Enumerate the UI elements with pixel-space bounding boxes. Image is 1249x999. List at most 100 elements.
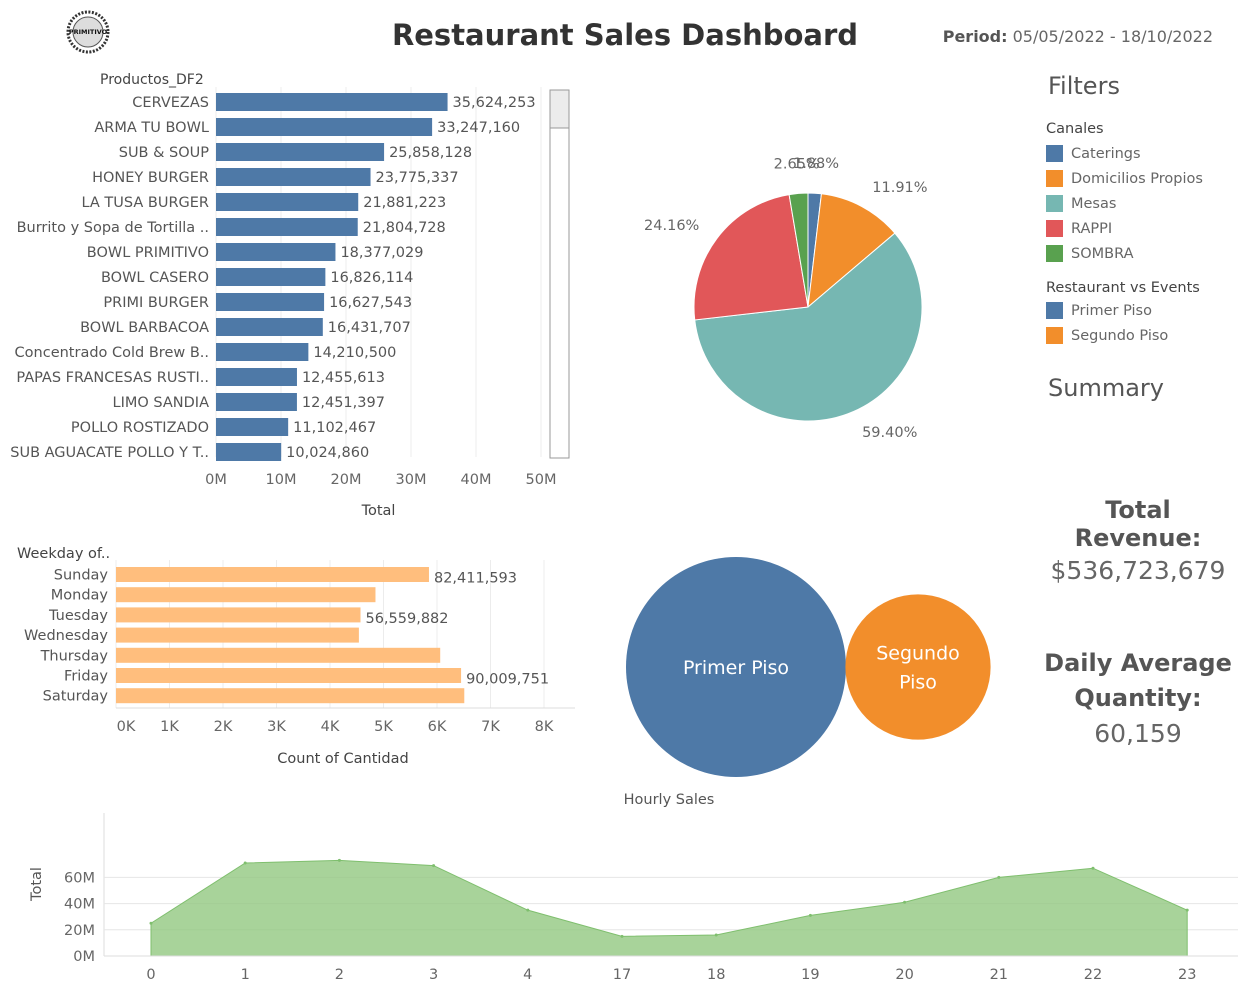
scrollbar-thumb bbox=[549, 89, 570, 129]
pie-label: 2.65% bbox=[774, 156, 820, 172]
period-label: Period: bbox=[942, 27, 1008, 46]
bar bbox=[216, 293, 325, 311]
category-label: Wednesday bbox=[24, 628, 108, 644]
legend-label: SOMBRA bbox=[1071, 245, 1134, 262]
data-point bbox=[620, 934, 624, 938]
x-tick-label: 2K bbox=[214, 719, 233, 735]
value-label: 16,826,114 bbox=[330, 270, 413, 286]
category-label: Concentrado Cold Brew B.. bbox=[15, 345, 209, 361]
x-tick-label: 0M bbox=[205, 472, 227, 488]
total-revenue-label: Total Revenue: bbox=[1074, 496, 1202, 552]
data-point bbox=[337, 858, 341, 862]
weekday-bar-chart: Weekday of.. Sunday 82,411,593 Monday Tuesda… bbox=[17, 546, 575, 767]
x-tick-label: 20M bbox=[331, 472, 362, 488]
data-point bbox=[1185, 908, 1189, 912]
x-tick-label: 20 bbox=[895, 967, 913, 983]
logo-text: PRIMITIVO bbox=[69, 28, 108, 36]
canales-legend-item[interactable]: RAPPI bbox=[1046, 216, 1203, 241]
y-tick-label: 40M bbox=[64, 897, 95, 913]
legend-swatch bbox=[1046, 195, 1063, 212]
bar bbox=[216, 418, 289, 436]
data-point bbox=[714, 933, 718, 937]
pie-label: 24.16% bbox=[644, 218, 699, 234]
legend-swatch bbox=[1046, 145, 1063, 162]
category-label: LA TUSA BURGER bbox=[81, 195, 209, 211]
x-tick-label: 23 bbox=[1178, 967, 1196, 983]
period-value: 05/05/2022 - 18/10/2022 bbox=[1012, 27, 1213, 46]
x-tick-label: 3K bbox=[267, 719, 286, 735]
category-label: CERVEZAS bbox=[132, 95, 209, 111]
bubble-label: Piso bbox=[899, 672, 937, 694]
category-label: Monday bbox=[51, 588, 109, 604]
data-point bbox=[903, 900, 907, 904]
legend-label: Primer Piso bbox=[1071, 302, 1152, 319]
bar bbox=[216, 93, 448, 111]
scrollbar[interactable] bbox=[549, 89, 570, 459]
legend-swatch bbox=[1046, 170, 1063, 187]
canales-legend-item[interactable]: Mesas bbox=[1046, 191, 1203, 216]
page-title: Restaurant Sales Dashboard bbox=[391, 18, 859, 52]
canales-legend-item[interactable]: Domicilios Propios bbox=[1046, 166, 1203, 191]
bar bbox=[116, 587, 376, 603]
x-tick-label: 50M bbox=[526, 472, 557, 488]
legend-swatch bbox=[1046, 245, 1063, 262]
x-tick-label: 30M bbox=[396, 472, 427, 488]
x-tick-label: 18 bbox=[707, 967, 725, 983]
x-tick-label: 1 bbox=[241, 967, 250, 983]
x-tick-label: 4 bbox=[523, 967, 532, 983]
channels-pie-chart: 1.88%11.91%59.40%24.16%2.65% bbox=[644, 156, 928, 441]
category-label: Thursday bbox=[40, 648, 109, 664]
category-label: BOWL PRIMITIVO bbox=[87, 245, 209, 261]
category-label: ARMA TU BOWL bbox=[94, 120, 209, 136]
category-label: SUB & SOUP bbox=[119, 145, 210, 161]
rve-legend-item[interactable]: Primer Piso bbox=[1046, 298, 1200, 323]
rve-legend-item[interactable]: Segundo Piso bbox=[1046, 323, 1200, 348]
y-axis-title: Weekday of.. bbox=[17, 546, 110, 562]
value-label: 21,881,223 bbox=[363, 195, 446, 211]
summary-heading: Summary bbox=[1048, 374, 1164, 402]
value-label: 16,431,707 bbox=[328, 320, 411, 336]
category-label: PAPAS FRANCESAS RUSTI.. bbox=[16, 370, 209, 386]
total-revenue-value: $536,723,679 bbox=[1050, 556, 1226, 585]
bar bbox=[216, 118, 433, 136]
bar bbox=[216, 443, 282, 461]
daily-average-label-1: Daily Average bbox=[1044, 649, 1232, 677]
bubble-label: Primer Piso bbox=[683, 657, 789, 679]
category-label: LIMO SANDIA bbox=[113, 395, 210, 411]
bar bbox=[116, 607, 361, 623]
value-label: 56,559,882 bbox=[365, 611, 448, 627]
value-label: 25,858,128 bbox=[389, 145, 472, 161]
value-label: 12,451,397 bbox=[302, 395, 385, 411]
canales-legend-item[interactable]: Caterings bbox=[1046, 141, 1203, 166]
legend-label: Caterings bbox=[1071, 145, 1141, 162]
value-label: 14,210,500 bbox=[313, 345, 396, 361]
value-label: 23,775,337 bbox=[376, 170, 459, 186]
y-tick-label: 60M bbox=[64, 870, 95, 886]
period-range: Period: 05/05/2022 - 18/10/2022 bbox=[943, 27, 1213, 46]
canales-legend-item[interactable]: SOMBRA bbox=[1046, 241, 1203, 266]
x-tick-label: 8K bbox=[535, 719, 554, 735]
x-tick-label: 4K bbox=[321, 719, 340, 735]
x-axis-title: Total bbox=[361, 503, 396, 519]
x-tick-label: 7K bbox=[481, 719, 500, 735]
category-label: HONEY BURGER bbox=[92, 170, 209, 186]
chart-title: Hourly Sales bbox=[624, 792, 715, 808]
x-tick-label: 22 bbox=[1084, 967, 1102, 983]
daily-average-label-2: Quantity: bbox=[1074, 684, 1202, 712]
legend-swatch bbox=[1046, 302, 1063, 319]
daily-average-kpi: Daily Average Quantity: 60,159 bbox=[1038, 646, 1238, 751]
value-label: 18,377,029 bbox=[340, 245, 423, 261]
bar bbox=[216, 268, 326, 286]
canales-legend: Canales Caterings Domicilios Propios Mesas… bbox=[1046, 121, 1203, 266]
value-label: 10,024,860 bbox=[286, 445, 369, 461]
y-tick-label: 0M bbox=[73, 949, 95, 965]
data-point bbox=[243, 861, 247, 865]
x-tick-label: 0K bbox=[117, 719, 136, 735]
bar bbox=[216, 168, 371, 186]
bar bbox=[116, 668, 462, 683]
data-point bbox=[997, 875, 1001, 879]
legend-label: Segundo Piso bbox=[1071, 327, 1169, 344]
floor-bubble-chart: Primer Piso Segundo Piso bbox=[626, 557, 991, 777]
bar bbox=[216, 318, 323, 336]
value-label: 35,624,253 bbox=[453, 95, 536, 111]
